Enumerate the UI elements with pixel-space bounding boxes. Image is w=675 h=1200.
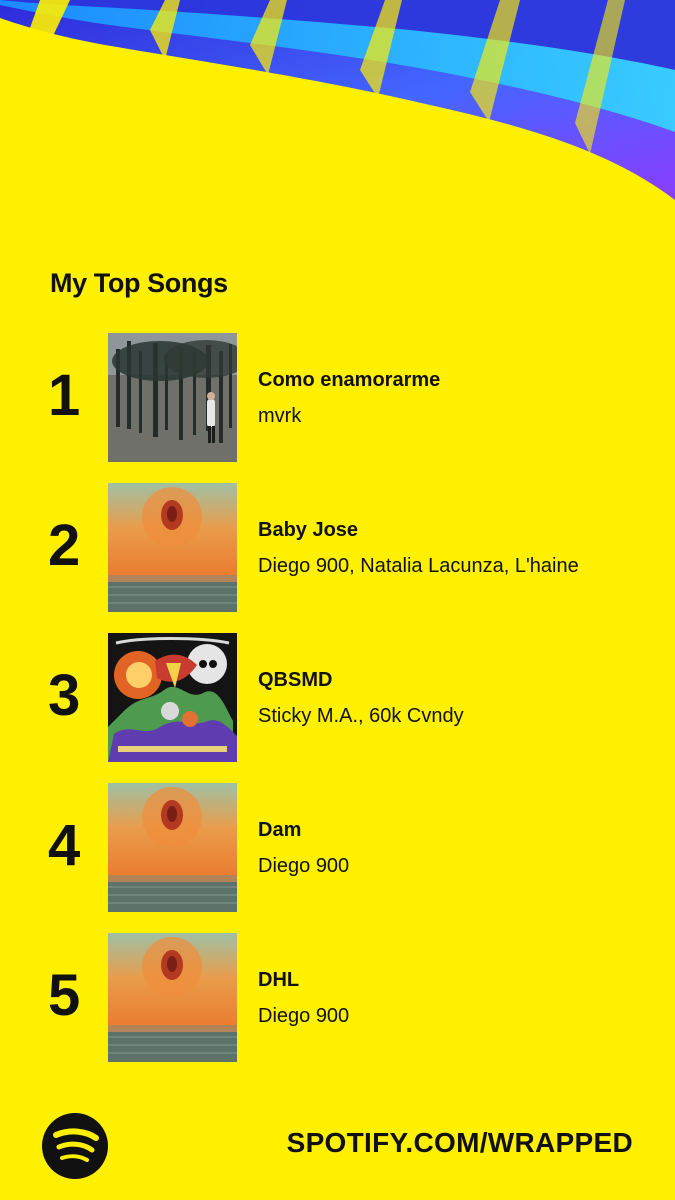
song-row-5[interactable]: 5 DHL Diego 900 xyxy=(0,933,675,1083)
song-artist: Diego 900 xyxy=(258,1005,350,1027)
song-title: Como enamorarme xyxy=(258,369,441,391)
illustrated-album-cover xyxy=(108,633,237,762)
song-artist: mvrk xyxy=(258,405,302,427)
song-title: Baby Jose xyxy=(258,519,359,541)
spotify-wrapped-link[interactable]: SPOTIFY.COM/WRAPPED xyxy=(287,1127,633,1159)
song-row-2[interactable]: 2 Baby Jose Diego 900, Natalia Lacunza, … xyxy=(0,483,675,633)
song-artist: Diego 900, Natalia Lacunza, L'haine xyxy=(258,555,579,577)
song-rank: 3 xyxy=(48,663,81,728)
song-row-3[interactable]: 3 QBSMD Sticky M.A., 60k Cvndy xyxy=(0,633,675,783)
spotify-logo-icon xyxy=(42,1113,108,1179)
decorative-wave-header xyxy=(0,0,675,200)
sunset-sea-album-cover xyxy=(108,933,237,1062)
top-songs-list: 1 Como enamorarme mvrk 2 Baby Jose Diego… xyxy=(0,333,675,1083)
song-rank: 2 xyxy=(48,513,81,578)
page-title: My Top Songs xyxy=(50,268,228,298)
song-artist: Sticky M.A., 60k Cvndy xyxy=(258,705,464,727)
song-title: DHL xyxy=(258,969,300,991)
song-title: QBSMD xyxy=(258,669,333,691)
song-title: Dam xyxy=(258,819,302,841)
song-rank: 1 xyxy=(48,363,81,428)
forest-album-cover xyxy=(108,333,237,462)
song-artist: Diego 900 xyxy=(258,855,350,877)
song-row-4[interactable]: 4 Dam Diego 900 xyxy=(0,783,675,933)
song-rank: 4 xyxy=(48,813,81,878)
sunset-sea-album-cover xyxy=(108,483,237,612)
sunset-sea-album-cover xyxy=(108,783,237,912)
song-rank: 5 xyxy=(48,963,81,1028)
song-row-1[interactable]: 1 Como enamorarme mvrk xyxy=(0,333,675,483)
